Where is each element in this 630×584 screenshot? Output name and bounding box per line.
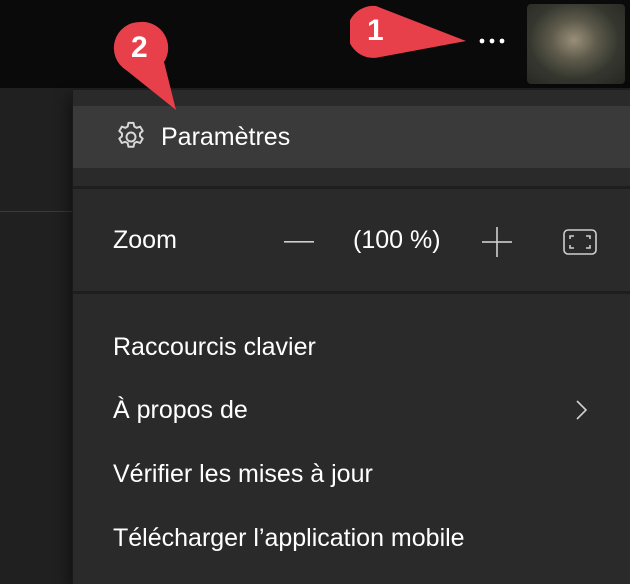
menu-item-label: Vérifier les mises à jour <box>113 459 373 488</box>
menu-item-label: Raccourcis clavier <box>113 332 316 361</box>
menu-item-label: À propos de <box>113 395 248 424</box>
zoom-out-icon <box>284 241 314 243</box>
keyboard-shortcuts-item[interactable]: Raccourcis clavier <box>73 319 630 375</box>
settings-menu: Paramètres Zoom (100 %) Raccourcis clavi… <box>72 90 630 584</box>
menu-divider <box>73 291 630 294</box>
annotation-number-2: 2 <box>131 31 148 64</box>
zoom-value: (100 %) <box>353 226 441 254</box>
check-updates-item[interactable]: Vérifier les mises à jour <box>73 446 630 502</box>
menu-item-label: Télécharger l’application mobile <box>113 523 465 552</box>
avatar[interactable] <box>527 4 625 84</box>
zoom-in-icon <box>482 227 512 257</box>
zoom-row: Zoom (100 %) <box>73 190 630 294</box>
about-item[interactable]: À propos de <box>73 382 630 438</box>
zoom-label: Zoom <box>113 226 177 254</box>
title-bar <box>0 0 630 88</box>
settings-menu-item[interactable]: Paramètres <box>73 106 630 168</box>
gear-icon <box>113 119 149 155</box>
zoom-in-button[interactable] <box>477 224 517 260</box>
more-options-icon <box>479 38 505 44</box>
background-panel <box>0 88 72 584</box>
menu-divider <box>73 186 630 189</box>
more-options-button[interactable] <box>470 26 514 56</box>
fullscreen-button[interactable] <box>560 226 600 258</box>
settings-label: Paramètres <box>161 122 291 151</box>
zoom-out-button[interactable] <box>279 226 319 258</box>
fullscreen-icon <box>563 229 597 255</box>
annotation-number-1: 1 <box>367 14 384 47</box>
download-mobile-app-item[interactable]: Télécharger l’application mobile <box>73 510 630 566</box>
chevron-right-icon <box>576 400 588 420</box>
background-divider <box>0 211 72 212</box>
